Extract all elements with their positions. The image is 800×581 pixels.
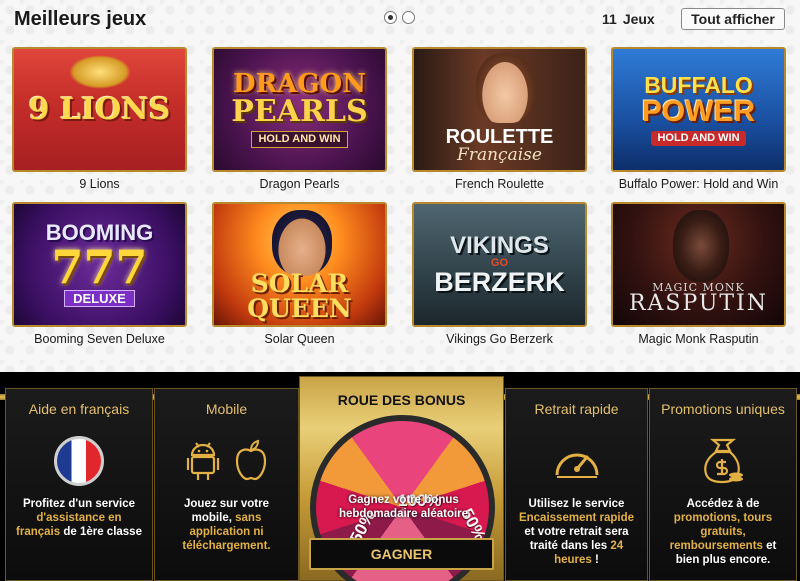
game-thumbnail[interactable]: VIKINGS GO BERZERK — [412, 202, 587, 327]
game-thumbnail[interactable]: BUFFALO POWER HOLD AND WIN — [611, 47, 786, 172]
game-logo-text: PEARLS — [231, 94, 368, 129]
game-thumbnail[interactable]: SOLAR QUEEN — [212, 202, 387, 327]
game-thumbnail[interactable]: ROULETTE Française — [412, 47, 587, 172]
france-flag-icon — [54, 436, 104, 486]
feature-fast-withdrawal: Retrait rapide Utilisez le service Encai… — [505, 388, 648, 581]
money-bag-icon — [704, 438, 743, 484]
game-name[interactable]: Dragon Pearls — [212, 177, 387, 191]
game-card-9-lions[interactable]: 9 LIONS 9 Lions — [12, 47, 187, 197]
feature-highlight: Encaissement rapide — [518, 512, 635, 524]
game-logo-text: RASPUTIN — [628, 291, 769, 316]
game-logo-text: ROULETTE — [445, 126, 554, 148]
game-thumbnail[interactable]: DRAGON PEARLS HOLD AND WIN — [212, 47, 387, 172]
feature-description: Profitez d'un service d'assistance en fr… — [6, 497, 152, 539]
game-card-vikings-go-berzerk[interactable]: VIKINGS GO BERZERK Vikings Go Berzerk — [412, 202, 587, 352]
feature-title: Aide en français — [28, 401, 130, 417]
bonus-title: ROUE DES BONUS — [337, 392, 466, 408]
games-count-number: 11 — [602, 11, 617, 27]
bonus-description: Gagnez votre bonus hebdomadaire aléatoir… — [338, 494, 469, 520]
feature-text: Profitez d'un service — [22, 498, 136, 510]
features-section: Aide en français Profitez d'un service d… — [0, 372, 800, 581]
android-icon — [186, 442, 219, 480]
game-logo-text: Française — [457, 145, 542, 165]
game-card-dragon-pearls[interactable]: DRAGON PEARLS HOLD AND WIN Dragon Pearls — [212, 47, 387, 197]
game-logo-text: POWER — [641, 94, 756, 128]
games-count-label: Jeux — [622, 11, 655, 27]
section-title: Meilleurs jeux — [14, 8, 147, 30]
feature-title: Mobile — [205, 401, 248, 417]
feature-promotions: Promotions uniques Accédez à de promotio… — [649, 388, 797, 581]
feature-mobile: Mobile Jouez sur votre mobile, sans appl… — [154, 388, 299, 581]
feature-french-support: Aide en français Profitez d'un service d… — [5, 388, 153, 581]
top-games-section: Meilleurs jeux 11 Jeux Tout afficher 9 LI… — [0, 0, 800, 372]
game-name[interactable]: Solar Queen — [212, 332, 387, 346]
game-logo-text: 9 LIONS — [28, 91, 171, 127]
game-name[interactable]: 9 Lions — [12, 177, 187, 191]
carousel-dots — [384, 11, 415, 24]
game-card-solar-queen[interactable]: SOLAR QUEEN Solar Queen — [212, 202, 387, 352]
game-logo-text: VIKINGS — [450, 231, 549, 259]
feature-text: ! — [595, 554, 599, 566]
game-name[interactable]: Magic Monk Rasputin — [611, 332, 786, 346]
game-card-magic-monk-rasputin[interactable]: MAGIC MONK RASPUTIN Magic Monk Rasputin — [611, 202, 786, 352]
carousel-dot-1[interactable] — [384, 11, 397, 24]
game-logo-tag: HOLD AND WIN — [251, 131, 348, 148]
feature-text: de 1ère classe — [63, 526, 142, 538]
feature-title: Promotions uniques — [661, 401, 785, 417]
game-card-booming-seven-deluxe[interactable]: BOOMING 777 DELUXE Booming Seven Deluxe — [12, 202, 187, 352]
win-button[interactable]: GAGNER — [309, 538, 494, 570]
feature-description: Accédez à de promotions, tours gratuits,… — [650, 497, 796, 567]
feature-text: Accédez à de — [686, 498, 760, 510]
apple-icon — [235, 439, 266, 481]
game-name[interactable]: French Roulette — [412, 177, 587, 191]
game-name[interactable]: Buffalo Power: Hold and Win — [611, 177, 786, 191]
game-card-buffalo-power[interactable]: BUFFALO POWER HOLD AND WIN Buffalo Power… — [611, 47, 786, 197]
feature-highlight: téléchargement. — [182, 540, 271, 552]
feature-title: Retrait rapide — [534, 401, 619, 417]
game-thumbnail[interactable]: MAGIC MONK RASPUTIN — [611, 202, 786, 327]
speedometer-icon — [555, 453, 598, 478]
game-name[interactable]: Vikings Go Berzerk — [412, 332, 587, 346]
games-count: 11 Jeux — [602, 11, 655, 27]
bonus-wheel-panel: ROUE DES BONUS 100% 50% 50% Gagnez votre… — [299, 376, 504, 581]
game-thumbnail[interactable]: 9 LIONS — [12, 47, 187, 172]
feature-highlight: promotions, tours gratuits, remboursemen… — [669, 512, 773, 552]
game-name[interactable]: Booming Seven Deluxe — [12, 332, 187, 346]
game-card-french-roulette[interactable]: ROULETTE Française French Roulette — [412, 47, 587, 197]
carousel-dot-2[interactable] — [402, 11, 415, 24]
game-logo-tag: HOLD AND WIN — [651, 130, 746, 146]
game-logo-text: BERZERK — [434, 266, 565, 297]
game-logo-text: BUFFALO — [644, 71, 753, 98]
feature-text: Utilisez le service — [528, 498, 625, 510]
game-logo-text: 777 — [51, 240, 148, 294]
game-thumbnail[interactable]: BOOMING 777 DELUXE — [12, 202, 187, 327]
see-all-button[interactable]: Tout afficher — [681, 8, 785, 30]
feature-description: Utilisez le service Encaissement rapide … — [506, 497, 647, 567]
game-logo-tag: DELUXE — [64, 290, 135, 307]
game-logo-text: SOLAR QUEEN — [247, 269, 352, 323]
feature-description: Jouez sur votre mobile, sans application… — [155, 497, 298, 553]
